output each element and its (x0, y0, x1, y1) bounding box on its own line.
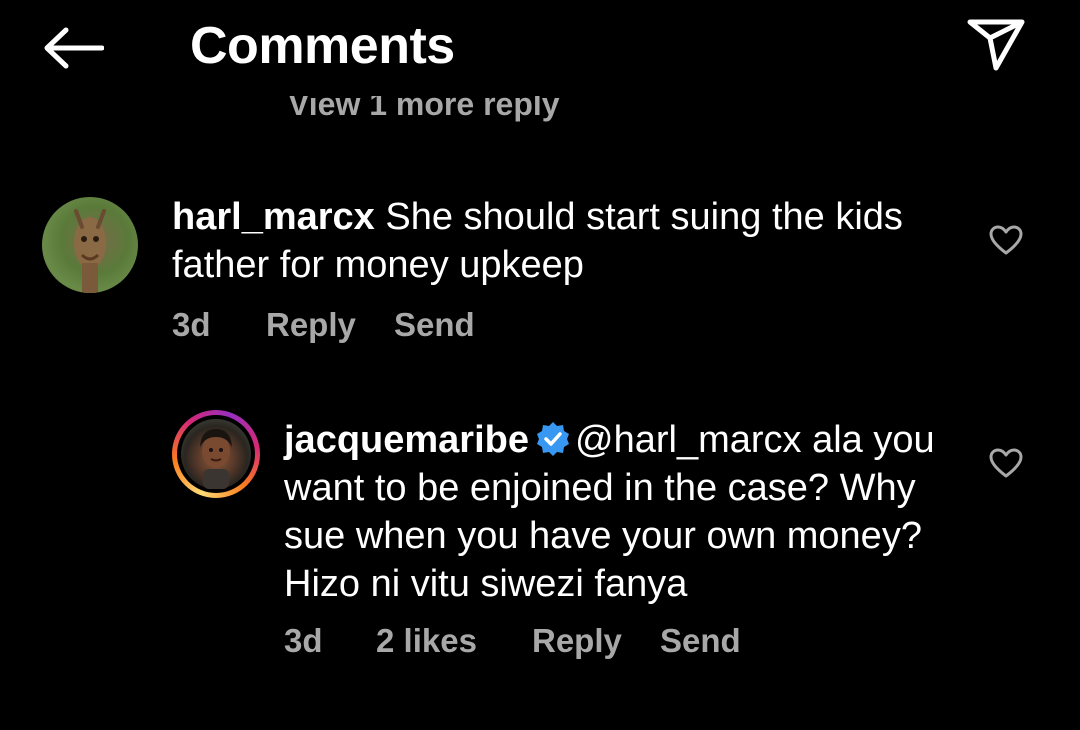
avatar (181, 419, 251, 489)
heart-outline-icon[interactable] (989, 225, 1023, 255)
avatar-photo (200, 429, 232, 489)
comment-username[interactable]: harl_marcx (172, 196, 375, 238)
heart-outline-icon[interactable] (989, 448, 1023, 478)
arrow-left-icon[interactable] (42, 26, 104, 70)
view-more-replies-link[interactable]: View 1 more reply (288, 96, 688, 136)
verified-badge-icon (537, 422, 569, 456)
comment-actions: 3d Reply Send (172, 305, 572, 345)
reply-button[interactable]: Reply (266, 305, 356, 345)
page-title: Comments (190, 17, 455, 75)
comment-timestamp: 3d (284, 622, 323, 659)
send-button[interactable]: Send (394, 305, 475, 345)
comment-body: jacquemaribe @harl_marcx ala you want to … (284, 416, 964, 608)
avatar-photo (74, 209, 106, 293)
paper-plane-icon[interactable] (966, 18, 1026, 72)
comment-username[interactable]: jacquemaribe (284, 419, 529, 461)
comment-mention[interactable]: @harl_marcx (575, 419, 802, 461)
avatar-story-ring[interactable] (172, 410, 260, 498)
comment-body: harl_marcx She should start suing the ki… (172, 193, 952, 289)
comment-timestamp: 3d (172, 306, 211, 343)
reply-button[interactable]: Reply (532, 621, 622, 661)
top-bar: Comments (0, 0, 1080, 95)
send-button[interactable]: Send (660, 621, 741, 661)
comment-actions: 3d 2 likes Reply Send (284, 621, 804, 661)
likes-count[interactable]: 2 likes (376, 621, 477, 661)
avatar[interactable] (42, 197, 138, 293)
view-more-replies-label: View 1 more reply (288, 96, 560, 122)
